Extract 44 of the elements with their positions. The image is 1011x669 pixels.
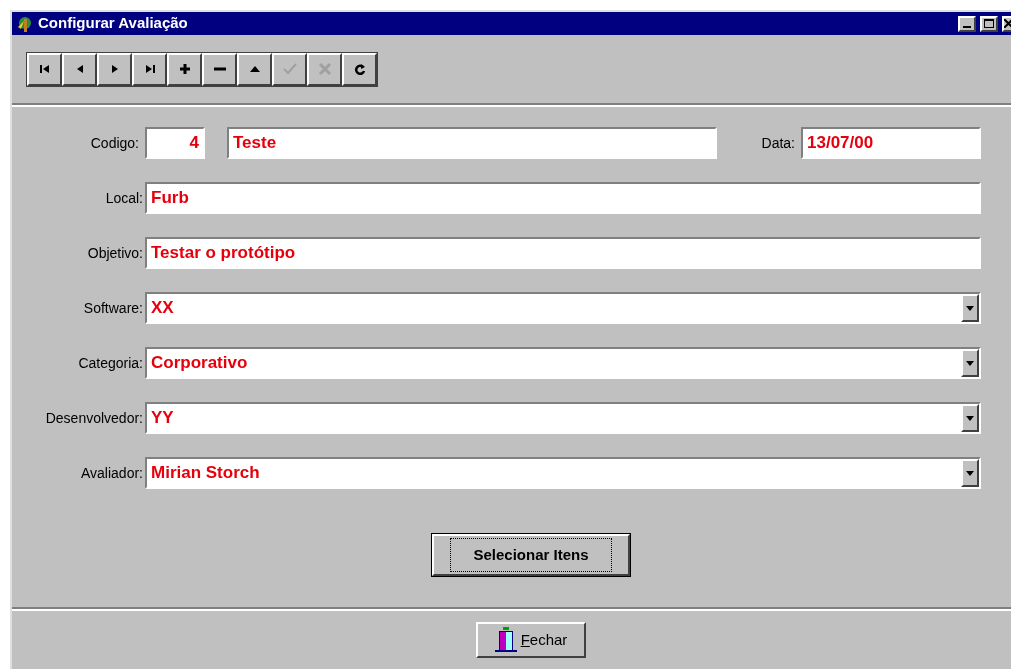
app-logo-icon (16, 14, 34, 33)
dropdown-arrow-icon (966, 305, 974, 311)
maximize-button[interactable] (980, 15, 998, 32)
close-dialog-button[interactable]: Fechar (476, 622, 586, 658)
dropdown-field[interactable]: Corporativo (145, 347, 981, 379)
field-label: Desenvolvedor: (44, 408, 144, 428)
toolbar-button[interactable] (97, 52, 132, 86)
toolbar-button[interactable] (167, 52, 202, 86)
dropdown-field[interactable]: YY (145, 402, 981, 434)
input-field[interactable]: Testar o protótipo (145, 237, 981, 269)
toolbar-button[interactable] (27, 52, 62, 86)
input-field[interactable]: Furb (145, 182, 981, 214)
minimize-icon (963, 25, 971, 28)
field-label: Software: (82, 298, 144, 318)
first-record-icon (37, 62, 52, 76)
toolbar-button[interactable] (132, 52, 167, 86)
select-items-button[interactable]: Selecionar Itens (431, 533, 631, 577)
dropdown-arrow-icon (966, 360, 974, 366)
maximize-icon (984, 19, 994, 28)
toolbar-button[interactable] (202, 52, 237, 86)
toolbar-button[interactable] (62, 52, 97, 86)
door-icon (494, 627, 517, 653)
field-label: Avaliador: (80, 463, 144, 483)
field-label: Objetivo: (86, 243, 144, 263)
input-field[interactable]: 4 (145, 127, 205, 159)
input-field[interactable]: 13/07/00 (801, 127, 981, 159)
cancel-icon (317, 62, 332, 76)
field-label: Categoria: (77, 353, 144, 373)
field-label: Local: (104, 188, 144, 208)
field-label: Codigo: (89, 133, 140, 153)
dropdown-field[interactable]: Mirian Storch (145, 457, 981, 489)
minimize-button[interactable] (958, 15, 976, 32)
dropdown-field[interactable]: XX (145, 292, 981, 324)
input-field[interactable]: Teste (227, 127, 717, 159)
toolbar-button[interactable] (237, 52, 272, 86)
dropdown-arrow-icon (966, 415, 974, 421)
checkmark-icon (282, 62, 297, 76)
dropdown-arrow-icon (966, 470, 974, 476)
plus-icon (177, 62, 192, 76)
field-label: Data: (760, 133, 796, 153)
close-icon (1004, 19, 1011, 28)
window-title: Configurar Avaliação (38, 13, 189, 34)
toolbar-button[interactable] (342, 52, 377, 86)
refresh-icon (352, 62, 367, 76)
